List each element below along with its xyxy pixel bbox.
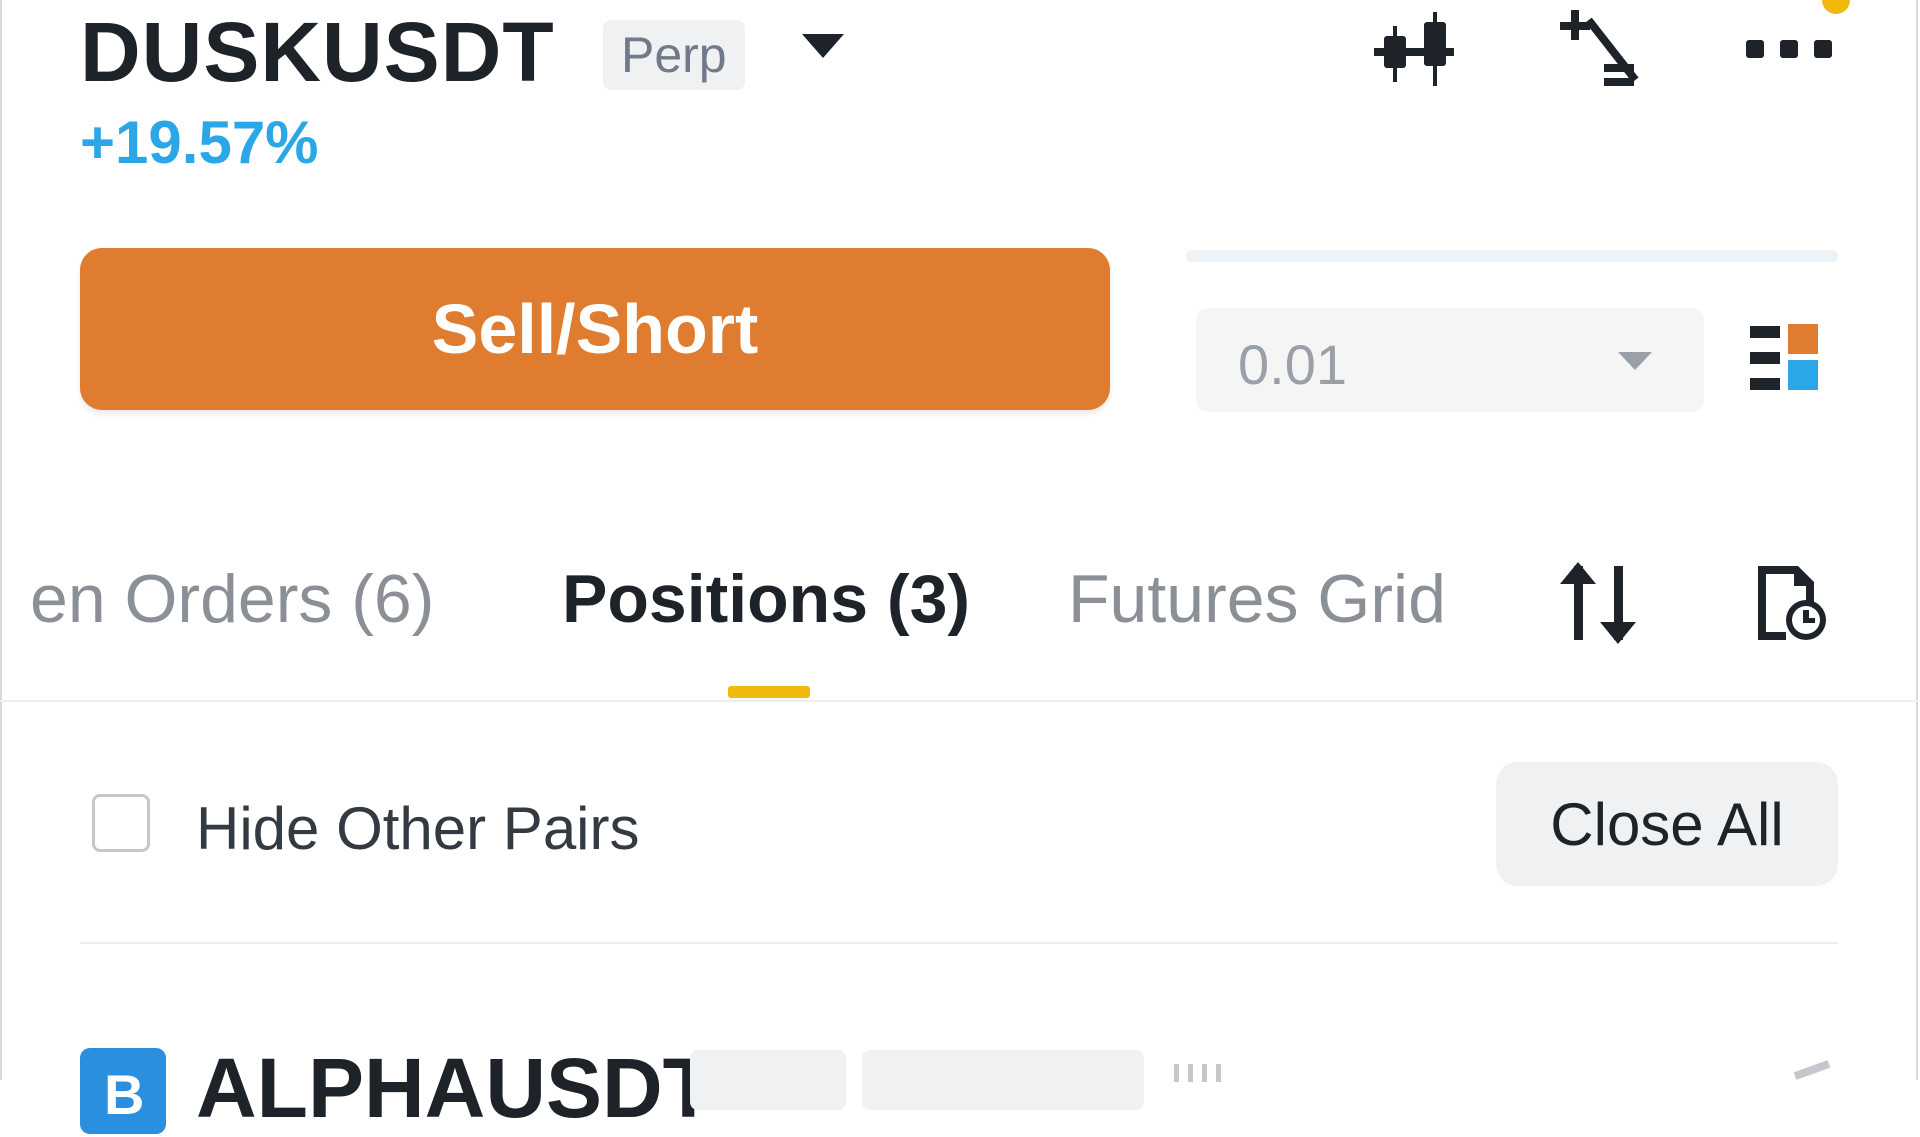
hide-other-pairs-label[interactable]: Hide Other Pairs bbox=[196, 794, 640, 863]
quantity-step-value: 0.01 bbox=[1238, 333, 1347, 396]
history-icon[interactable] bbox=[1752, 562, 1828, 642]
chevron-down-icon bbox=[1618, 352, 1652, 370]
symbol-dropdown-icon[interactable] bbox=[802, 34, 844, 58]
signal-bars-icon bbox=[1174, 1064, 1221, 1082]
hide-other-pairs-checkbox[interactable] bbox=[92, 794, 150, 852]
quantity-step-select[interactable]: 0.01 bbox=[1196, 308, 1704, 412]
position-side-badge: B bbox=[80, 1048, 166, 1134]
active-tab-indicator bbox=[728, 686, 810, 698]
contract-type-badge: Perp bbox=[603, 20, 745, 90]
position-leverage-tag bbox=[862, 1050, 1144, 1110]
tab-positions[interactable]: Positions (3) bbox=[562, 560, 970, 638]
orderbook-layout-icon[interactable] bbox=[1750, 320, 1826, 400]
sort-arrows-icon[interactable] bbox=[1558, 560, 1642, 646]
list-divider bbox=[80, 942, 1838, 944]
position-symbol[interactable]: ALPHAUSDT bbox=[196, 1040, 714, 1137]
more-options-icon[interactable] bbox=[1744, 30, 1834, 70]
sell-short-button[interactable]: Sell/Short bbox=[80, 248, 1110, 410]
percent-calculator-icon[interactable] bbox=[1558, 8, 1640, 94]
symbol-title[interactable]: DUSKUSDT bbox=[80, 4, 555, 101]
tabs-divider bbox=[0, 700, 1918, 702]
depth-progress-bar bbox=[1186, 250, 1838, 262]
tab-futures-grid[interactable]: Futures Grid bbox=[1068, 560, 1446, 638]
position-side-badge-text: B bbox=[104, 1063, 145, 1126]
price-change-percent: +19.57% bbox=[80, 109, 319, 176]
close-all-button[interactable]: Close All bbox=[1496, 762, 1838, 886]
candlestick-chart-icon[interactable] bbox=[1368, 8, 1460, 94]
position-tag bbox=[690, 1050, 846, 1110]
tab-open-orders[interactable]: en Orders (6) bbox=[30, 560, 434, 638]
share-icon[interactable] bbox=[1784, 1060, 1834, 1080]
